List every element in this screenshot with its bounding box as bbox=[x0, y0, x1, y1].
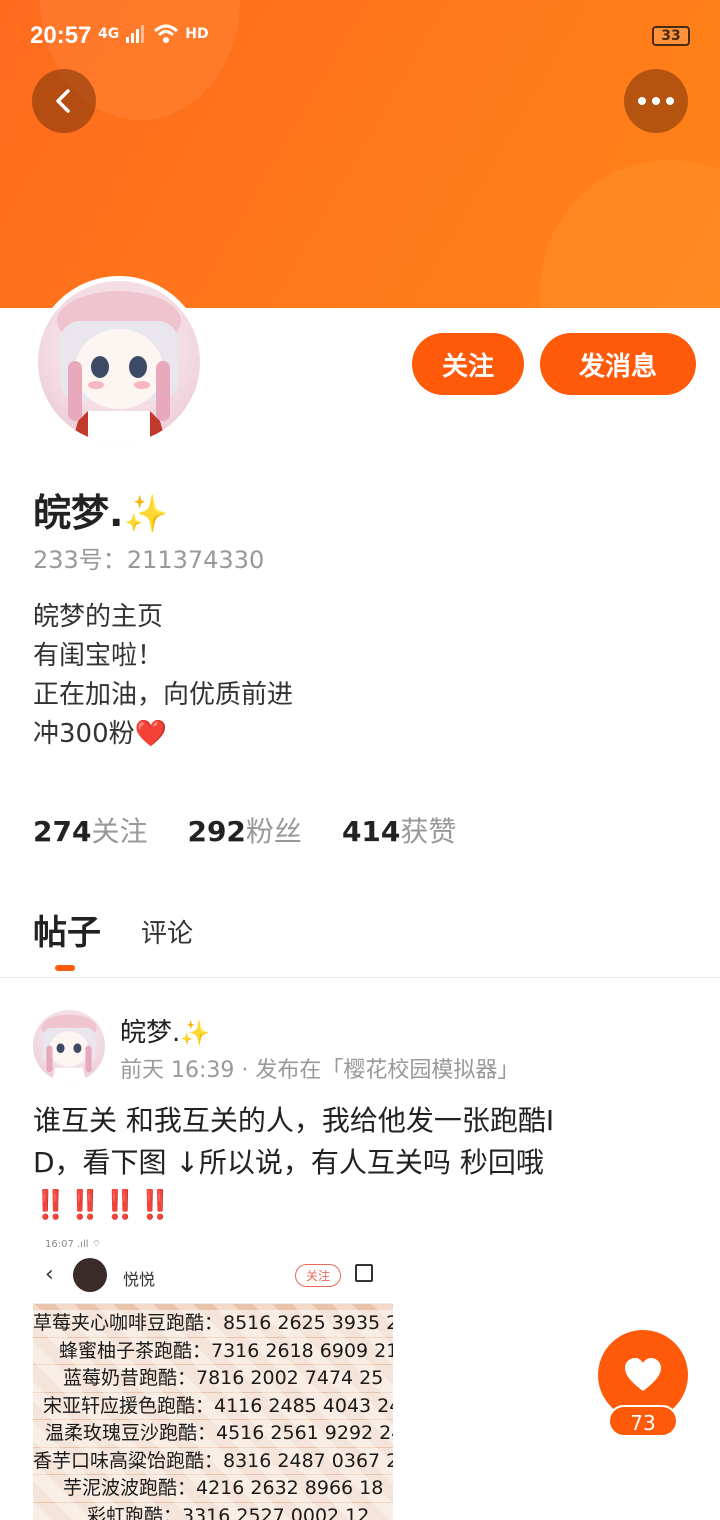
stat-following[interactable]: 274关注 bbox=[33, 810, 147, 850]
like-count: 73 bbox=[608, 1405, 678, 1437]
profile-avatar[interactable] bbox=[33, 276, 205, 448]
divider bbox=[0, 977, 720, 978]
sparkle-icon: ✨ bbox=[180, 1019, 211, 1047]
parkour-code-line: 草莓夹心咖啡豆跑酷：8516 2625 3935 27 bbox=[33, 1310, 393, 1337]
more-options-button[interactable] bbox=[624, 69, 688, 133]
tab-indicator bbox=[55, 965, 75, 971]
profile-stats: 274关注 292粉丝 414获赞 bbox=[33, 810, 456, 850]
post-image-back-icon: ‹ bbox=[45, 1262, 54, 1287]
back-button[interactable] bbox=[32, 69, 96, 133]
post-author-avatar[interactable] bbox=[33, 1010, 105, 1082]
post-image-avatar bbox=[73, 1258, 107, 1292]
post-image-share-icon bbox=[355, 1264, 373, 1282]
follow-button[interactable]: 关注 bbox=[412, 333, 524, 395]
stat-followers[interactable]: 292粉丝 bbox=[187, 810, 301, 850]
post-image-body: 草莓夹心咖啡豆跑酷：8516 2625 3935 27 蜂蜜柚子茶跑酷：7316… bbox=[33, 1304, 393, 1520]
post-image-header: 16:07 .ıll ⌔ ‹ 悦悦 关注 bbox=[33, 1238, 393, 1304]
sparkle-icon: ✨ bbox=[123, 494, 169, 535]
heart-emoji-icon: ❤️ bbox=[134, 719, 168, 749]
tab-comments[interactable]: 评论 bbox=[141, 913, 193, 954]
status-bar: 20:57 4G HD 33 bbox=[0, 0, 720, 72]
status-time: 20:57 bbox=[30, 22, 92, 49]
bio-line: 有闺宝啦！ bbox=[33, 641, 164, 671]
tab-posts[interactable]: 帖子 bbox=[33, 905, 101, 971]
stat-likes[interactable]: 414获赞 bbox=[342, 810, 456, 850]
more-dots-icon bbox=[638, 97, 674, 105]
parkour-code-line: 香芋口味高粱饴跑酷：8316 2487 0367 27 bbox=[33, 1447, 393, 1474]
heart-icon bbox=[625, 1358, 661, 1391]
profile-tabs: 帖子 评论 bbox=[33, 905, 193, 971]
bio-line: 正在加油，向优质前进 bbox=[33, 680, 294, 710]
post-image-username: 悦悦 bbox=[123, 1270, 156, 1289]
post-image-follow: 关注 bbox=[295, 1264, 342, 1287]
profile-username: 皖梦.✨ bbox=[33, 482, 168, 537]
username-text: 皖梦. bbox=[33, 491, 124, 535]
post-author-name[interactable]: 皖梦.✨ bbox=[120, 1012, 210, 1049]
post-text-line: D，看下图 ↓所以说，有人互关吗 秒回哦 bbox=[33, 1146, 544, 1179]
post-meta[interactable]: 前天 16:39 · 发布在「樱花校园模拟器」 bbox=[120, 1052, 519, 1084]
bio-line: 皖梦的主页 bbox=[33, 602, 164, 632]
parkour-code-line: 彩虹跑酷：3316 2527 0002 12 bbox=[33, 1502, 393, 1520]
user-id[interactable]: 233号：211374330 bbox=[33, 540, 264, 575]
post-text-line: 谁互关 和我互关的人，我给他发一张跑酷I bbox=[33, 1104, 555, 1137]
chevron-left-icon bbox=[56, 89, 70, 113]
parkour-code-line: 蓝莓奶昔跑酷：7816 2002 7474 25 bbox=[33, 1365, 393, 1392]
parkour-code-line: 蜂蜜柚子茶跑酷：7316 2618 6909 21 bbox=[33, 1337, 393, 1364]
bio-line: 冲300粉❤️ bbox=[33, 719, 168, 749]
post-image-status: 16:07 .ıll ⌔ bbox=[45, 1239, 102, 1250]
network-label: 4G bbox=[98, 26, 120, 42]
battery-icon: 33 bbox=[652, 26, 690, 46]
post-text[interactable]: 谁互关 和我互关的人，我给他发一张跑酷I D，看下图 ↓所以说，有人互关吗 秒回… bbox=[33, 1100, 633, 1226]
parkour-code-line: 宋亚轩应援色跑酷：4116 2485 4043 24 bbox=[33, 1392, 393, 1419]
status-icons: 4G HD bbox=[98, 24, 209, 44]
signal-icon bbox=[126, 25, 145, 43]
send-message-button[interactable]: 发消息 bbox=[540, 333, 696, 395]
post-image[interactable]: 16:07 .ıll ⌔ ‹ 悦悦 关注 草莓夹心咖啡豆跑酷：8516 2625… bbox=[33, 1238, 393, 1520]
wifi-icon bbox=[154, 24, 179, 43]
exclamation-emojis: ‼️‼️‼️‼️ bbox=[33, 1188, 173, 1221]
profile-bio: 皖梦的主页 有闺宝啦！ 正在加油，向优质前进 冲300粉❤️ bbox=[33, 598, 293, 754]
parkour-code-line: 芋泥波波跑酷：4216 2632 8966 18 bbox=[33, 1475, 393, 1502]
parkour-code-line: 温柔玫瑰豆沙跑酷：4516 2561 9292 24 bbox=[33, 1420, 393, 1447]
anime-avatar-illustration bbox=[57, 291, 181, 443]
hd-label: HD bbox=[185, 26, 209, 42]
